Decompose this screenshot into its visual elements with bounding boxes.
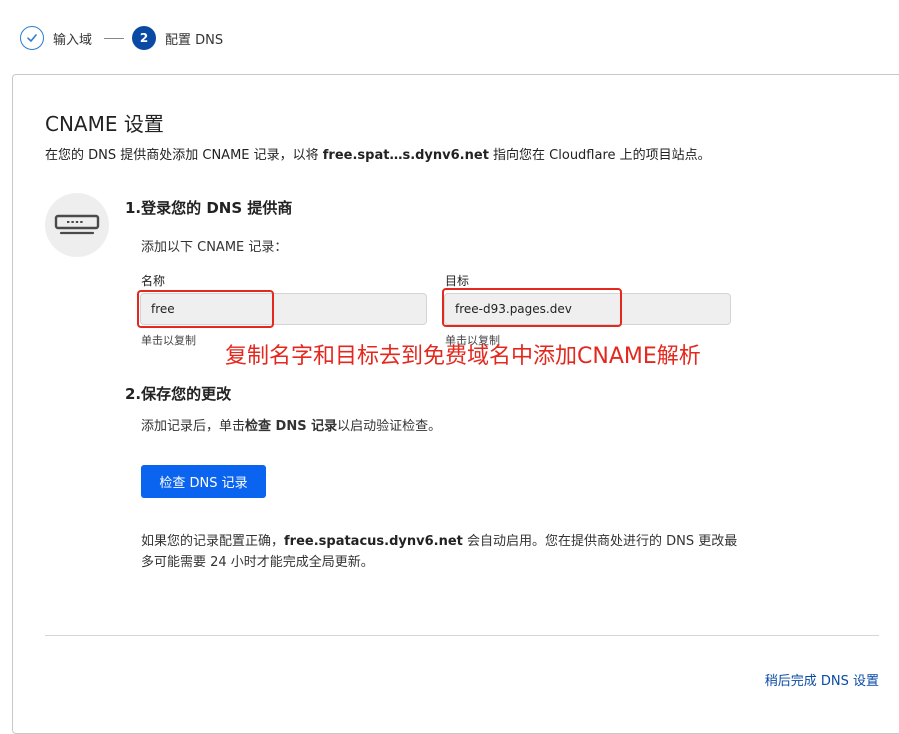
step-separator: [104, 37, 125, 39]
provider-avatar: [45, 193, 109, 257]
name-label: 名称: [141, 274, 166, 288]
step-1-complete: [20, 26, 44, 50]
step-1-label: 输入域: [53, 32, 93, 48]
target-label: 目标: [445, 274, 470, 288]
page-title: CNAME 设置: [45, 112, 164, 136]
name-field[interactable]: free: [140, 293, 427, 325]
name-copy-hint[interactable]: 单击以复制: [141, 332, 196, 348]
cname-description: 在您的 DNS 提供商处添加 CNAME 记录，以将 free.spat…s.d…: [45, 148, 711, 163]
step-2-label: 配置 DNS: [165, 32, 224, 48]
divider: [45, 635, 879, 636]
check-dns-records-button[interactable]: 检查 DNS 记录: [141, 465, 266, 498]
step-2-heading: 2.保存您的更改: [125, 385, 232, 403]
propagation-note: 如果您的记录配置正确，free.spatacus.dynv6.net 会自动启用…: [141, 534, 738, 570]
step-1-heading: 1.登录您的 DNS 提供商: [125, 199, 293, 217]
note-domain: free.spatacus.dynv6.net: [284, 534, 463, 549]
step-2-instruction: 添加记录后，单击检查 DNS 记录以启动验证检查。: [141, 419, 442, 434]
target-field[interactable]: free-d93.pages.dev: [444, 293, 731, 325]
server-icon: [54, 214, 100, 235]
annotation-text: 复制名字和目标去到免费域名中添加CNAME解析: [225, 344, 701, 369]
setup-stepper: 输入域 2 配置 DNS: [20, 24, 223, 52]
step-1-instruction: 添加以下 CNAME 记录：: [141, 240, 288, 255]
finish-dns-later-link[interactable]: 稍后完成 DNS 设置: [765, 670, 879, 689]
step-2-number: 2: [132, 26, 157, 50]
check-icon: [27, 34, 37, 42]
description-domain: free.spat…s.dynv6.net: [322, 148, 489, 163]
